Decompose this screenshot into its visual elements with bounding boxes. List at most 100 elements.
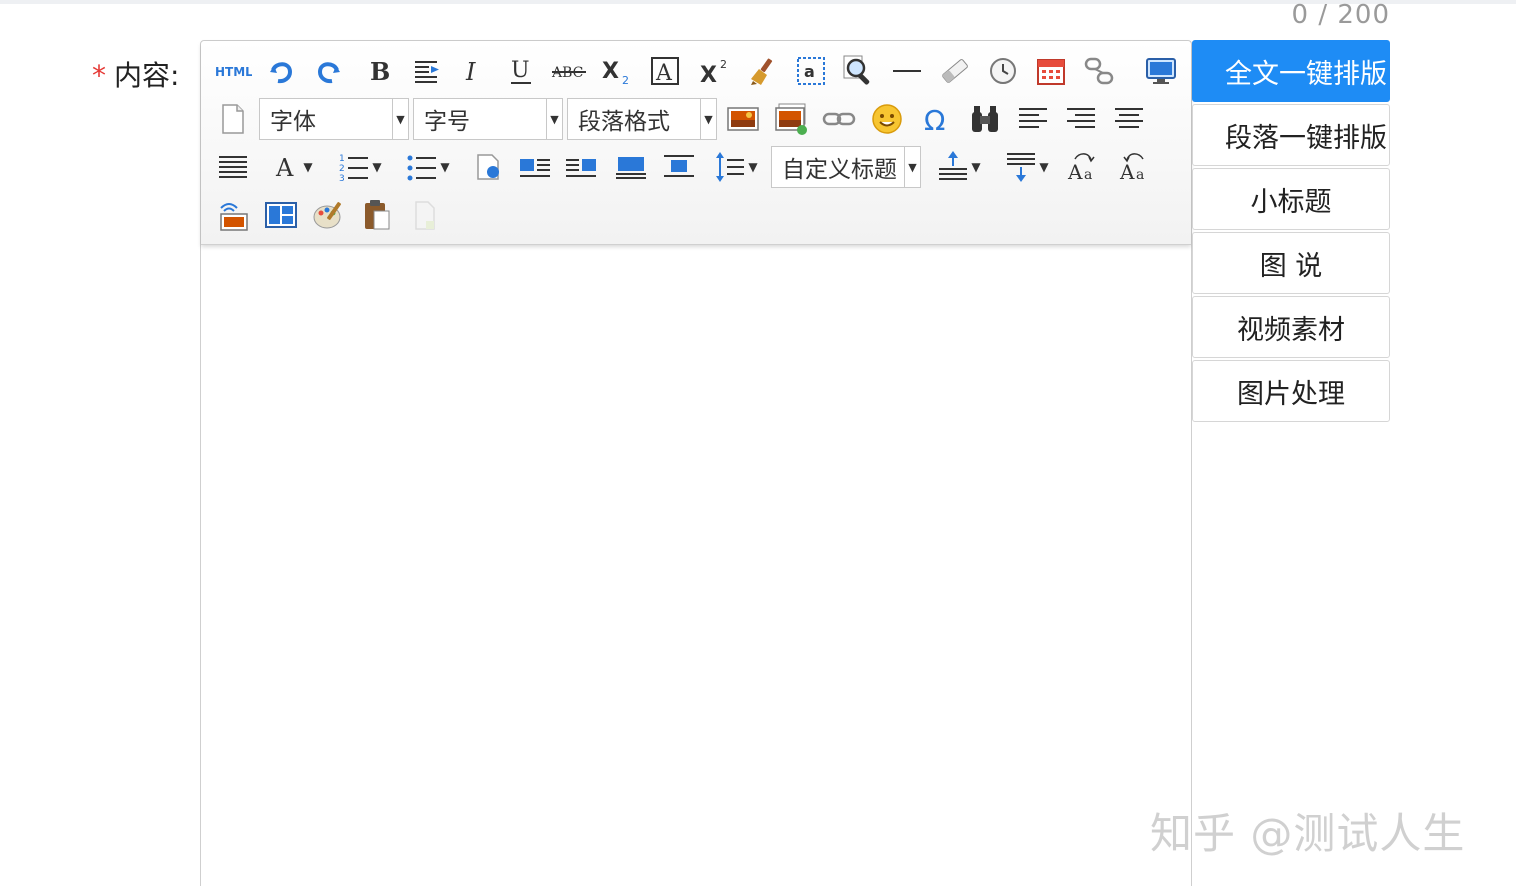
insert-image-icon[interactable]: [723, 99, 763, 139]
dropdown-arrow-icon: ▼: [372, 160, 382, 174]
multi-image-icon[interactable]: [771, 99, 811, 139]
chevron-down-icon: ▼: [904, 147, 920, 187]
dropdown-arrow-icon: ▼: [303, 160, 313, 174]
horizontal-rule-icon[interactable]: [887, 51, 927, 91]
emoji-icon[interactable]: [867, 99, 907, 139]
dropdown-arrow-icon: ▼: [440, 160, 450, 174]
font-family-select[interactable]: 字体 ▼: [259, 98, 409, 140]
underline-icon[interactable]: U: [501, 51, 541, 91]
svg-text:X: X: [700, 63, 717, 86]
svg-text:A: A: [275, 154, 294, 182]
image-caption-button[interactable]: 图 说: [1192, 232, 1390, 294]
svg-text:Ω: Ω: [924, 104, 945, 134]
eraser-icon[interactable]: [935, 51, 975, 91]
svg-text:a: a: [804, 62, 815, 81]
font-border-icon[interactable]: A: [645, 51, 685, 91]
svg-text:B: B: [370, 57, 390, 86]
chevron-down-icon: ▼: [392, 99, 408, 139]
font-color-icon[interactable]: A ▼: [265, 147, 321, 187]
watermark: 知乎 @测试人生: [1150, 809, 1466, 858]
line-height-icon[interactable]: ▼: [707, 147, 765, 187]
bold-icon[interactable]: B: [359, 51, 399, 91]
chevron-down-icon: ▼: [546, 99, 562, 139]
svg-text:I: I: [465, 58, 476, 86]
svg-text:2: 2: [622, 74, 629, 86]
find-binoculars-icon[interactable]: [965, 99, 1005, 139]
paste-plain-icon[interactable]: [405, 195, 445, 235]
char-counter: 0 / 200: [1291, 0, 1390, 30]
custom-title-select[interactable]: 自定义标题 ▼: [771, 146, 921, 188]
svg-text:a: a: [1084, 167, 1092, 183]
svg-text:A: A: [1119, 160, 1135, 183]
custom-title-value: 自定义标题: [782, 157, 897, 183]
subtitle-button[interactable]: 小标题: [1192, 168, 1390, 230]
quick-typeset-panel: 全文一键排版 段落一键排版 小标题 图 说 视频素材 图片处理: [1192, 40, 1390, 424]
lowercase-icon[interactable]: Aa: [1063, 147, 1103, 187]
undo-icon[interactable]: [261, 51, 301, 91]
format-painter-icon[interactable]: [743, 51, 783, 91]
svg-text:A: A: [655, 61, 673, 86]
insert-frame-icon[interactable]: [469, 147, 509, 187]
svg-text:1: 1: [339, 154, 345, 164]
font-family-value: 字体: [270, 109, 316, 135]
paragraph-spacing-top-icon[interactable]: ▼: [931, 147, 987, 187]
preview-icon[interactable]: [1141, 51, 1181, 91]
align-justify-icon[interactable]: [213, 147, 253, 187]
paragraph-spacing-bottom-icon[interactable]: ▼: [999, 147, 1055, 187]
svg-text:X: X: [602, 59, 619, 84]
content-field-label: * 内容:: [92, 54, 179, 94]
new-document-icon[interactable]: [213, 99, 253, 139]
svg-text:3: 3: [339, 174, 345, 183]
template-icon[interactable]: [261, 195, 301, 235]
dropdown-arrow-icon: ▼: [971, 160, 981, 174]
align-right-icon[interactable]: [1061, 99, 1101, 139]
svg-text:2: 2: [339, 164, 345, 174]
uppercase-icon[interactable]: Aa: [1115, 147, 1155, 187]
subscript-icon[interactable]: X2: [597, 51, 637, 91]
video-material-button[interactable]: 视频素材: [1192, 296, 1390, 358]
link-icon[interactable]: [819, 99, 859, 139]
align-left-icon[interactable]: [1013, 99, 1053, 139]
dropdown-arrow-icon: ▼: [1039, 160, 1049, 174]
unlink-icon[interactable]: [1079, 51, 1119, 91]
indent-icon[interactable]: [407, 51, 447, 91]
image-center-icon[interactable]: [659, 147, 699, 187]
align-center-icon[interactable]: [1109, 99, 1149, 139]
full-text-typeset-button[interactable]: 全文一键排版: [1192, 40, 1390, 102]
image-processing-button[interactable]: 图片处理: [1192, 360, 1390, 422]
paragraph-format-select[interactable]: 段落格式 ▼: [567, 98, 717, 140]
chevron-down-icon: ▼: [700, 99, 716, 139]
search-replace-icon[interactable]: [839, 51, 879, 91]
strikethrough-icon[interactable]: ABC: [549, 51, 589, 91]
font-size-value: 字号: [424, 109, 470, 135]
svg-text:a: a: [1136, 167, 1144, 183]
auto-typeset-icon[interactable]: a: [791, 51, 831, 91]
svg-text:HTML: HTML: [215, 65, 252, 79]
top-divider: [0, 0, 1516, 4]
required-mark: *: [92, 59, 106, 92]
time-icon[interactable]: [983, 51, 1023, 91]
italic-icon[interactable]: I: [453, 51, 493, 91]
image-left-icon[interactable]: [515, 147, 555, 187]
paragraph-typeset-button[interactable]: 段落一键排版: [1192, 104, 1390, 166]
special-characters-icon[interactable]: Ω: [917, 99, 957, 139]
image-right-icon[interactable]: [561, 147, 601, 187]
dropdown-arrow-icon: ▼: [748, 160, 758, 174]
unordered-list-icon[interactable]: ▼: [399, 147, 457, 187]
svg-text:2: 2: [720, 58, 727, 71]
paragraph-format-value: 段落格式: [578, 109, 670, 135]
background-palette-icon[interactable]: [309, 195, 349, 235]
date-icon[interactable]: [1031, 51, 1071, 91]
superscript-icon[interactable]: X2: [695, 51, 735, 91]
wifi-image-icon[interactable]: [213, 195, 253, 235]
html-source-icon[interactable]: HTML: [213, 51, 253, 91]
rich-text-editor[interactable]: HTML B I U ABC X2 A X2: [200, 40, 1192, 886]
font-size-select[interactable]: 字号 ▼: [413, 98, 563, 140]
paste-icon[interactable]: [357, 195, 397, 235]
content-label-text: 内容:: [114, 59, 180, 92]
redo-icon[interactable]: [309, 51, 349, 91]
ordered-list-icon[interactable]: 123 ▼: [331, 147, 389, 187]
svg-text:U: U: [511, 58, 530, 83]
image-none-icon[interactable]: [611, 147, 651, 187]
svg-text:A: A: [1067, 160, 1083, 183]
